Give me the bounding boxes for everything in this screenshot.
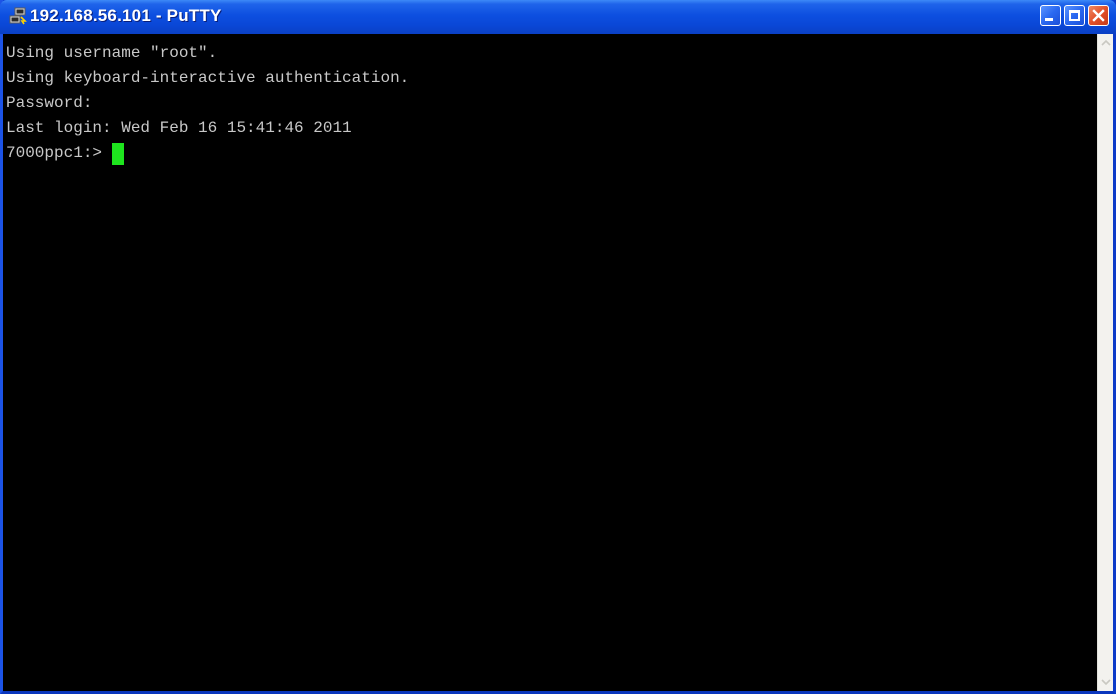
terminal-screen[interactable]: Using username "root". Using keyboard-in… [3, 34, 1097, 691]
title-bar[interactable]: 192.168.56.101 - PuTTY [0, 0, 1116, 34]
putty-icon[interactable] [9, 7, 27, 25]
close-icon [1092, 9, 1105, 22]
minimize-icon [1045, 18, 1053, 21]
vertical-scrollbar[interactable] [1097, 34, 1113, 691]
terminal-line: Using username "root". [6, 44, 218, 62]
scroll-down-arrow-icon[interactable] [1099, 674, 1113, 690]
terminal-line: Using keyboard-interactive authenticatio… [6, 69, 410, 87]
terminal-line: Last login: Wed Feb 16 15:41:46 2011 [6, 119, 352, 137]
terminal-line: Password: [6, 94, 93, 112]
minimize-button[interactable] [1040, 5, 1061, 26]
maximize-icon [1069, 10, 1080, 21]
scroll-up-arrow-icon[interactable] [1099, 35, 1113, 51]
close-button[interactable] [1088, 5, 1109, 26]
maximize-button[interactable] [1064, 5, 1085, 26]
terminal-output: Using username "root". Using keyboard-in… [6, 41, 409, 166]
text-cursor [112, 142, 125, 165]
window-title: 192.168.56.101 - PuTTY [30, 6, 222, 25]
shell-prompt: 7000ppc1:> [6, 144, 103, 162]
putty-window: 192.168.56.101 - PuTTY Using username "r… [0, 0, 1116, 694]
prompt-line[interactable]: 7000ppc1:> [6, 141, 409, 166]
